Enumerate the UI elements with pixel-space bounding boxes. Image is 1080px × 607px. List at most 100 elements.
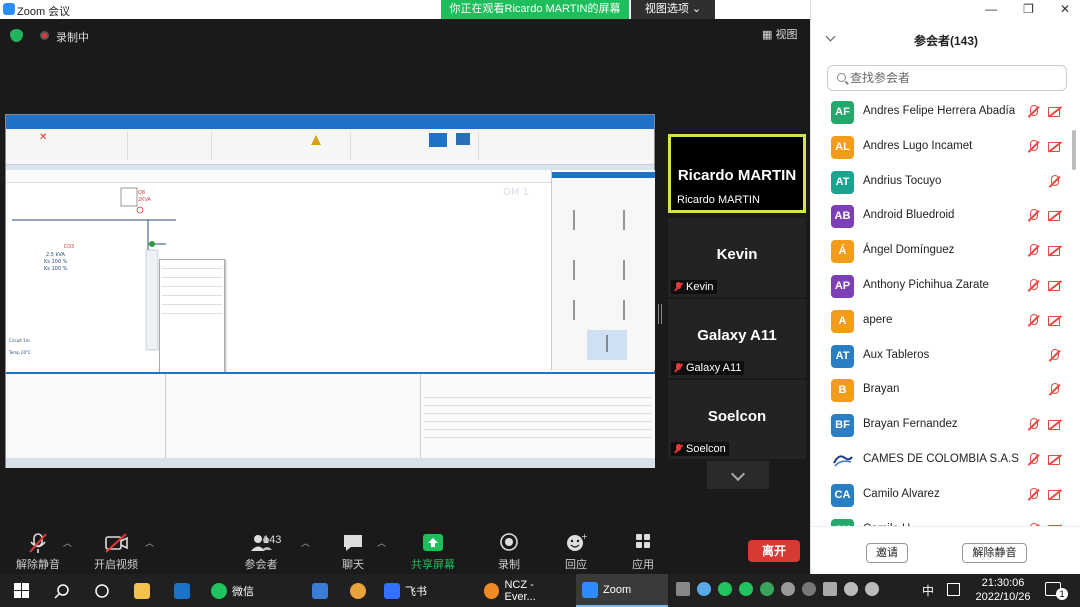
context-menu[interactable] bbox=[159, 259, 225, 381]
reactions-button[interactable]: + 回应 bbox=[541, 532, 611, 572]
wechat-tray-icon[interactable] bbox=[718, 582, 732, 596]
ime-indicator[interactable]: 中 bbox=[922, 582, 934, 599]
keyboard-icon[interactable] bbox=[676, 582, 690, 596]
avatar: A bbox=[831, 309, 854, 333]
restore-icon[interactable]: ❐ bbox=[1023, 2, 1034, 16]
apps-label: 应用 bbox=[632, 559, 654, 571]
participant-row[interactable]: Á Ángel Domínguez bbox=[811, 235, 1080, 270]
record-dot-icon bbox=[40, 31, 49, 40]
tile-label: Ricardo MARTIN bbox=[674, 193, 763, 207]
unmute-all-button[interactable]: 解除静音 bbox=[962, 543, 1027, 563]
participant-row[interactable]: AF Andres Felipe Herrera Abadía bbox=[811, 96, 1080, 131]
invite-button[interactable]: 邀请 bbox=[866, 543, 908, 563]
video-options-caret-icon[interactable]: ︿ bbox=[145, 536, 154, 549]
task-view-icon[interactable] bbox=[88, 574, 116, 607]
start-video-button[interactable]: 开启视频 bbox=[81, 532, 151, 572]
tile-name: Ricardo MARTIN bbox=[677, 167, 797, 184]
video-off-icon bbox=[1048, 454, 1062, 465]
participant-name: Andrius Tocuyo bbox=[863, 174, 942, 187]
panel-scrollbar[interactable] bbox=[1072, 130, 1076, 170]
zoom-taskbar-button[interactable]: Zoom bbox=[576, 574, 668, 607]
participant-name: Aux Tableros bbox=[863, 348, 930, 361]
tray-app-icon[interactable] bbox=[802, 582, 816, 596]
battery-icon[interactable] bbox=[823, 582, 837, 596]
participant-search[interactable] bbox=[827, 65, 1067, 91]
video-tile-active[interactable]: Ricardo MARTIN Ricardo MARTIN bbox=[668, 134, 806, 213]
participant-row[interactable]: AB Android Bluedroid bbox=[811, 200, 1080, 235]
chat-caret-icon[interactable]: ︿ bbox=[377, 536, 386, 549]
view-options-button[interactable]: 视图选项 ⌄ bbox=[631, 0, 715, 19]
chrome-icon[interactable] bbox=[344, 574, 372, 607]
participant-row[interactable]: AL Andres Lugo Incamet bbox=[811, 131, 1080, 166]
ncz-taskbar-button[interactable]: NCZ - Ever... bbox=[478, 574, 572, 607]
windows-start-icon[interactable] bbox=[14, 583, 29, 598]
svg-text:Q8: Q8 bbox=[138, 190, 145, 196]
muted-mic-icon bbox=[674, 363, 683, 373]
leave-button[interactable]: 离开 bbox=[748, 540, 800, 562]
tile-name: Kevin bbox=[716, 246, 758, 263]
video-tile[interactable]: Galaxy A11 Galaxy A11 bbox=[668, 299, 806, 378]
participant-row[interactable]: CA Camilo Alvarez bbox=[811, 479, 1080, 514]
ime-grid-icon[interactable] bbox=[947, 583, 960, 596]
window-controls: — ❐ ✕ bbox=[985, 2, 1070, 16]
video-tile[interactable]: Kevin Kevin bbox=[668, 218, 806, 297]
record-button[interactable]: 录制 bbox=[474, 532, 544, 572]
tray-app-icon[interactable] bbox=[739, 582, 753, 596]
shared-properties-area bbox=[6, 372, 655, 458]
split-handle[interactable] bbox=[658, 304, 662, 324]
ribbon-group bbox=[8, 132, 128, 160]
menu-separator bbox=[162, 295, 222, 296]
muted-mic-icon bbox=[1027, 209, 1040, 223]
participants-button[interactable]: 143 参会者 bbox=[226, 532, 296, 572]
search-input[interactable] bbox=[850, 70, 1050, 86]
participant-row[interactable]: BF Brayan Fernandez bbox=[811, 409, 1080, 444]
participant-row[interactable]: B Brayan bbox=[811, 374, 1080, 409]
participant-row[interactable]: AT Aux Tableros bbox=[811, 340, 1080, 375]
participant-row[interactable]: CHCamilo H bbox=[811, 514, 1080, 526]
participant-row[interactable]: CAMES DE COLOMBIA S.A.S bbox=[811, 444, 1080, 479]
minimize-icon[interactable]: — bbox=[985, 2, 997, 16]
share-screen-button[interactable]: 共享屏幕 bbox=[398, 532, 468, 572]
video-off-icon bbox=[1048, 280, 1062, 291]
security-shield-icon[interactable] bbox=[10, 29, 23, 42]
zoom-icon bbox=[582, 581, 598, 598]
participant-name: Andres Felipe Herrera Abadía bbox=[863, 105, 1016, 117]
gallery-next-button[interactable] bbox=[707, 461, 769, 489]
video-tile[interactable]: Soelcon Soelcon bbox=[668, 380, 806, 459]
tray-app-icon[interactable] bbox=[697, 582, 711, 596]
error-row bbox=[424, 430, 652, 438]
view-options-label: 视图选项 bbox=[644, 3, 689, 15]
participant-row[interactable]: Aapere bbox=[811, 305, 1080, 340]
network-icon[interactable] bbox=[865, 582, 879, 596]
participant-row[interactable]: AP Anthony Pichihua Zarate bbox=[811, 270, 1080, 305]
tray-app-icon[interactable] bbox=[760, 582, 774, 596]
avatar: BF bbox=[831, 414, 854, 438]
delete-icon: ✕ bbox=[39, 132, 48, 143]
volume-icon[interactable] bbox=[844, 582, 858, 596]
participants-icon: 143 bbox=[231, 532, 291, 554]
audio-options-caret-icon[interactable]: ︿ bbox=[63, 536, 72, 549]
wechat-taskbar-button[interactable]: 微信 bbox=[205, 574, 295, 607]
outlook-icon[interactable] bbox=[168, 574, 196, 607]
participant-list: AF Andres Felipe Herrera Abadía AL Andres L… bbox=[811, 96, 1080, 526]
avatar: AL bbox=[831, 135, 854, 159]
warning-icon bbox=[311, 135, 321, 145]
wechat-icon bbox=[211, 582, 227, 599]
tray-app-icon[interactable] bbox=[781, 582, 795, 596]
search-taskbar-icon[interactable] bbox=[48, 574, 76, 607]
muted-mic-icon bbox=[24, 532, 52, 554]
file-explorer-icon[interactable] bbox=[128, 574, 156, 607]
participants-panel: — ❐ ✕ 参会者(143) AF Andres Felipe Herrera A… bbox=[810, 0, 1080, 574]
participants-caret-icon[interactable]: ︿ bbox=[301, 536, 310, 549]
view-button[interactable]: ▦ 视图 bbox=[762, 26, 797, 42]
participant-row[interactable]: AT Andrius Tocuyo bbox=[811, 166, 1080, 201]
svg-text:Ks 100 %: Ks 100 % bbox=[44, 259, 68, 265]
close-icon[interactable]: ✕ bbox=[1060, 2, 1070, 16]
store-icon[interactable] bbox=[306, 574, 334, 607]
shared-screen[interactable]: ✕ Q8 2KVA D33 2.5 kVA Ks 100 % Ks 100 % … bbox=[5, 114, 655, 468]
svg-text:2.5 kVA: 2.5 kVA bbox=[46, 252, 66, 258]
apps-button[interactable]: 应用 bbox=[608, 532, 678, 572]
avatar: B bbox=[831, 379, 854, 403]
feishu-taskbar-button[interactable]: 飞书 bbox=[378, 574, 470, 607]
system-clock[interactable]: 21:30:06 2022/10/26 bbox=[968, 576, 1038, 604]
